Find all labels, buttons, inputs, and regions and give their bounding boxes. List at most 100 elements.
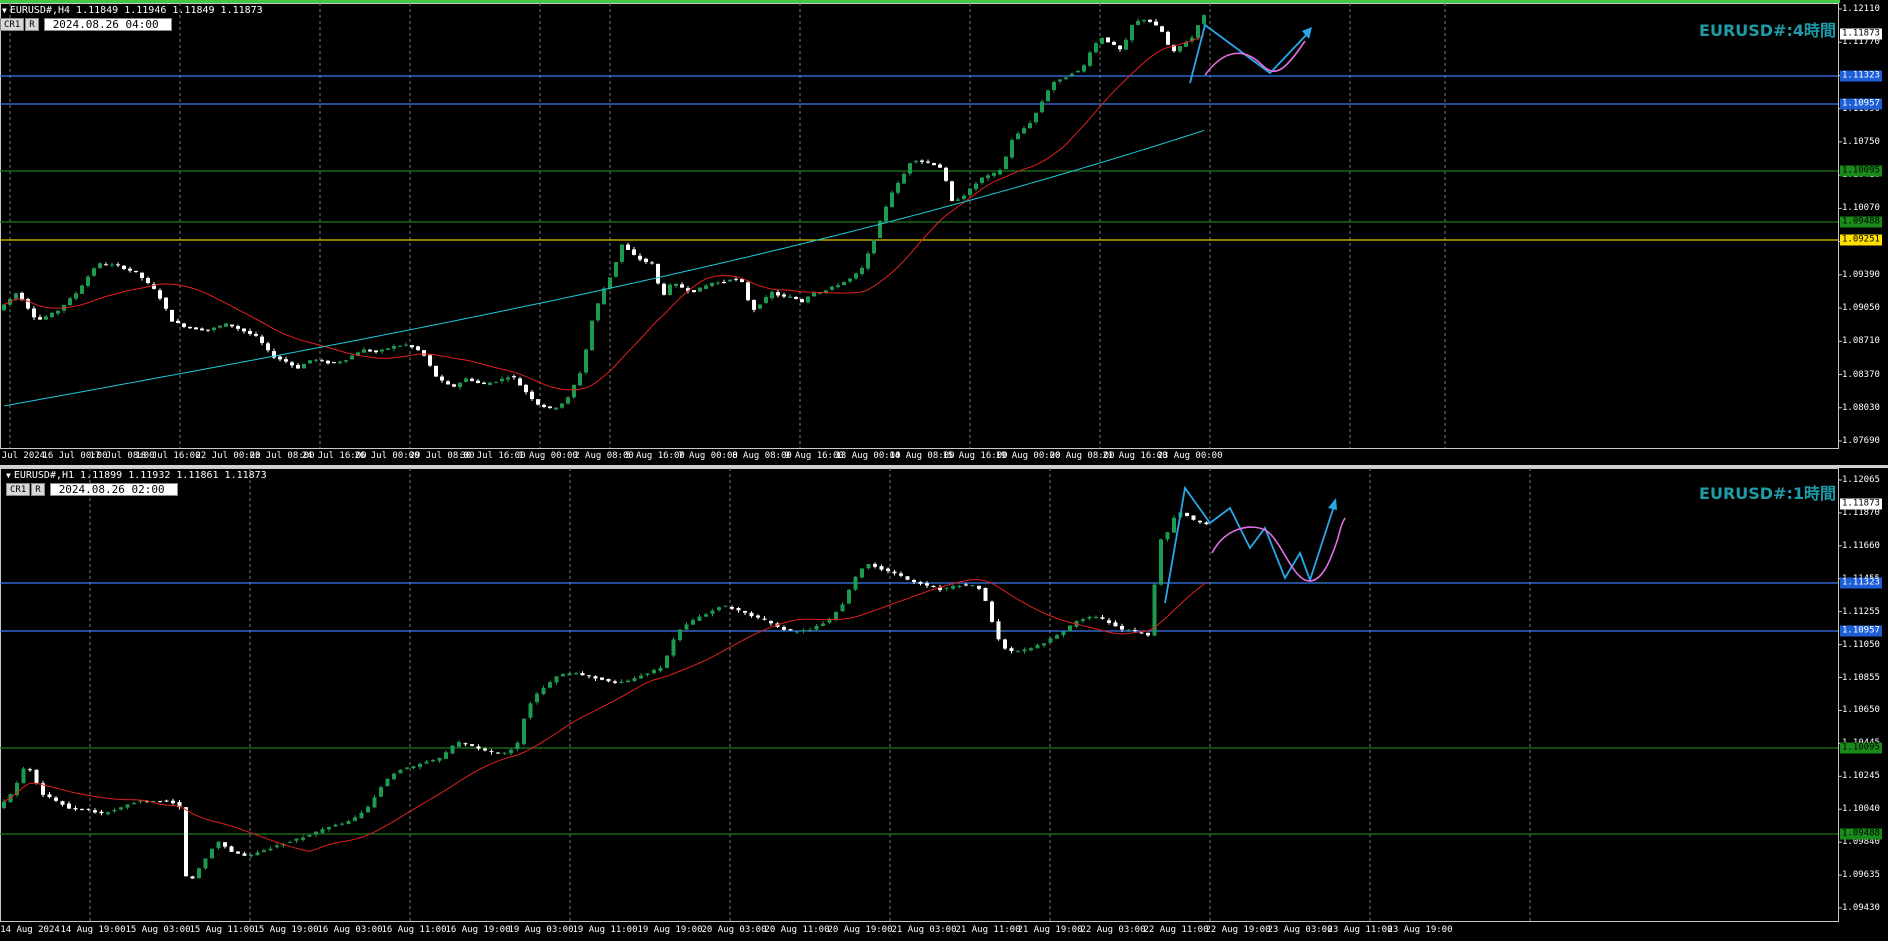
candle-body [2,801,6,809]
candle-body [1010,139,1014,158]
candle-body [368,349,372,352]
candle-body [56,310,60,314]
candle-body [1159,539,1163,585]
h4-toolbar: CR1 R 2024.08.26 04:00 [0,18,172,31]
candle-body [416,346,420,351]
h4-r-button[interactable]: R [25,18,39,31]
level-tag: 1.10095 [1840,165,1882,177]
candle-body [902,173,906,184]
candle-body [119,807,123,810]
projection-line [1164,485,1336,604]
h4-datetime-field[interactable]: 2024.08.26 04:00 [43,18,172,31]
candle-body [502,752,507,754]
candle-body [470,744,474,746]
candle-body [21,768,26,784]
h1-r-button[interactable]: R [31,483,45,496]
candle-body [458,382,462,388]
h4-price-scale[interactable]: 1.121101.117701.114301.110901.107501.104… [1838,3,1888,448]
candle-body [434,365,438,377]
candle-body [1136,20,1140,25]
candle-body [80,808,84,811]
candle-body [248,330,252,334]
candle-body [944,587,949,589]
time-label: 22 Aug 19:00 [1205,925,1271,935]
h1-watermark: EURUSD#:1時間 [1699,484,1836,503]
candle-body [996,621,1001,640]
candle-body [410,345,414,348]
candle-body [32,308,36,318]
candle-body [524,384,528,393]
candle-body [968,188,972,196]
candle-body [872,239,876,254]
candle-body [548,406,552,409]
candle-body [830,286,834,290]
candle-body [1146,632,1150,636]
candle-body [344,360,348,362]
candle-body [428,355,432,366]
level-tag: 1.09488 [1840,828,1882,840]
candle-body [736,607,741,611]
candle-body [723,605,728,607]
candle-body [908,163,912,174]
chart-pane-h1[interactable]: ▼ EURUSD#,H1 1.11899 1.11932 1.11861 1.1… [0,468,1888,941]
candle-body [896,182,900,193]
candle-body [470,378,474,381]
candle-body [392,773,396,780]
h1-symbol-header: ▼ EURUSD#,H1 1.11899 1.11932 1.11861 1.1… [6,468,267,482]
candle-body [722,281,726,283]
candle-body [613,681,617,683]
time-label: 30 Jul 16:00 [460,451,526,461]
h4-chart-canvas[interactable] [0,3,1888,465]
candle-body [644,258,648,263]
candle-body [1081,619,1085,621]
candle-body [307,834,312,837]
price-label: 1.09050 [1842,303,1880,314]
candle-body [1061,631,1066,636]
candle-body [515,742,520,750]
candle-body [656,263,660,284]
candle-body [262,850,266,853]
candle-body [983,587,988,601]
candle-body [776,292,780,296]
candle-body [194,327,198,330]
candle-body [1113,622,1118,627]
candle-body [848,278,852,282]
candle-body [146,278,150,284]
candle-body [860,267,864,274]
candle-body [128,268,132,271]
candle-body [1185,512,1189,516]
candle-body [184,807,188,877]
candle-body [86,808,91,810]
candle-body [914,160,918,163]
collapse-triangle-icon[interactable]: ▼ [6,471,11,480]
time-label: 20 Aug 11:00 [764,925,830,935]
time-label: 19 Aug 11:00 [572,925,638,935]
h1-time-scale[interactable]: 14 Aug 2024 14 Aug 19:00 15 Aug 03:00 15 Au… [0,925,1838,939]
price-label: 1.10245 [1842,771,1880,782]
h1-price-scale[interactable]: 1.120651.118701.116601.114551.112551.110… [1838,468,1888,921]
chart-pane-h4[interactable]: ▼ EURUSD#,H4 1.11849 1.11946 1.11849 1.1… [0,3,1888,465]
time-label: 21 Aug 11:00 [955,925,1021,935]
h1-chart-canvas[interactable] [0,468,1888,941]
candle-body [530,391,534,400]
candle-body [218,325,222,328]
candle-body [93,810,97,813]
candle-body [164,800,169,802]
candle-body [1106,37,1110,43]
h4-time-scale[interactable]: 2 Jul 202416 Jul 00:0017 Jul 08:0018 Jul… [0,451,1838,465]
candle-body [242,853,247,856]
h1-cr1-button[interactable]: CR1 [6,483,31,496]
h4-cr1-button[interactable]: CR1 [0,18,25,31]
candle-body [596,303,600,321]
candle-body [743,610,747,613]
candle-body [1172,517,1176,533]
collapse-triangle-icon[interactable]: ▼ [2,6,7,15]
candle-body [249,854,253,857]
candle-body [892,571,897,574]
candle-body [1124,39,1128,50]
candle-body [359,812,364,819]
h1-datetime-field[interactable]: 2024.08.26 02:00 [49,483,178,496]
candle-body [593,676,598,679]
candle-body [535,693,539,703]
time-label: 23 Aug 19:00 [1387,925,1453,935]
